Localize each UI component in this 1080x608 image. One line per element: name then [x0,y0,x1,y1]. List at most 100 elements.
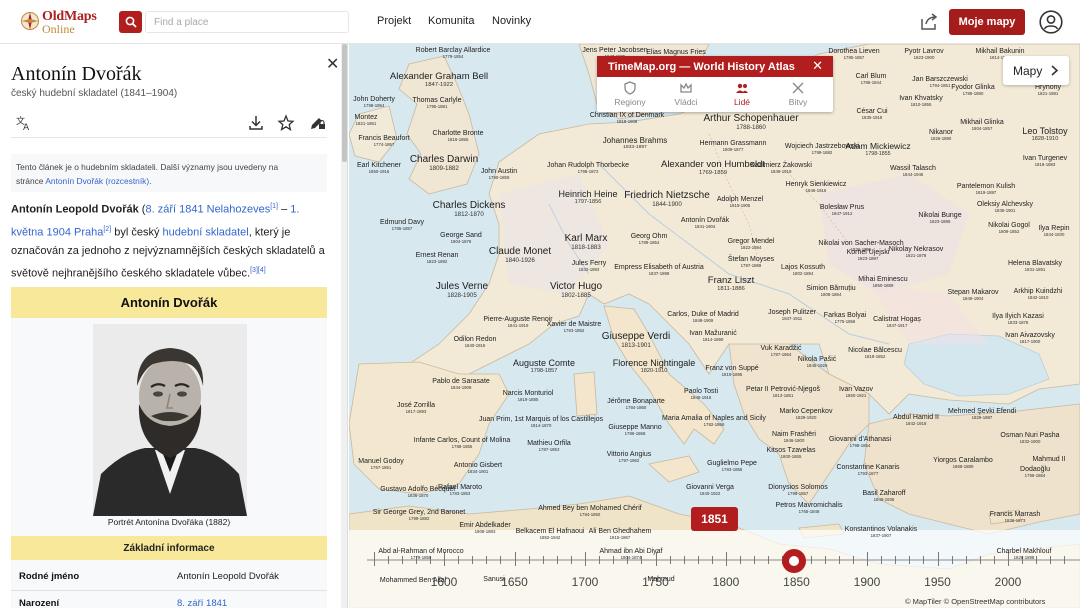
map-person-label[interactable]: Ahmed Bey ben Mohamed Chérif 1784-1850 [538,505,642,517]
map-person-label[interactable]: Jules Ferry 1832-1893 [572,260,607,272]
map-person-label[interactable]: Nikolai Gogol 1809-1852 [988,222,1030,234]
map-person-label[interactable]: Gregor Mendel 1822-1884 [728,238,775,250]
map-person-label[interactable]: Charbel Makhlouf 1828-1898 [997,548,1052,560]
map-person-label[interactable]: Francis Marrash 1836-1873 [990,511,1041,523]
map-person-label[interactable]: Paolo Tosti 1846-1916 [684,388,718,400]
map-person-label[interactable]: Hermann Grassmann 1809-1877 [700,140,767,152]
map-person-label[interactable]: Marko Cepenkov 1829-1920 [780,408,833,420]
map-person-label[interactable]: Pablo de Sarasate 1844-1908 [432,378,490,390]
map-person-label[interactable]: Edmund Davy 1785-1857 [380,219,424,231]
timeline-year-label[interactable]: 1850 [783,575,810,589]
timeline-year-label[interactable]: 1650 [501,575,528,589]
map-person-label[interactable]: Bolesław Prus 1847-1912 [820,204,864,216]
star-icon[interactable] [277,114,295,132]
map-person-label[interactable]: John Doherty 1798-1854 [353,96,395,108]
map-person-label[interactable]: Kornel Ujejski 1823-1897 [847,249,890,261]
map-person-label[interactable]: Johan Rudolph Thorbecke 1798-1872 [547,162,629,174]
map-person-label[interactable]: Abdul Hamid II 1842-1918 [893,414,939,426]
map-person-label[interactable]: Ali Ben Ghedhahem 1815-1867 [589,528,652,540]
user-account-button[interactable] [1039,10,1063,34]
search-button[interactable] [119,11,142,33]
map-person-label[interactable]: Nikola Pašić 1845-1926 [798,356,837,368]
map-person-label[interactable]: Petar II Petrović-Njegoš 1813-1851 [746,386,820,398]
map-person-label[interactable]: Xavier de Maistre 1763-1852 [547,321,601,333]
map-person-label[interactable]: Maria Amalia of Naples and Sicily 1782-18… [662,415,766,427]
birth-link[interactable]: 8. září 1841 Nelahozeves [145,204,270,216]
portrait-image[interactable] [93,324,247,516]
map-person-label[interactable]: Antonio Gisbert 1834-1901 [454,462,502,474]
map-person-label[interactable]: Nikanor 1826-1890 [929,129,953,141]
tab-regiony[interactable]: Regiony [602,81,658,111]
map-person-label[interactable]: Heinrich Heine 1797-1856 [558,190,617,206]
map-person-label[interactable]: Adolph Menzel 1815-1905 [717,196,763,208]
timeline-year-label[interactable]: 1700 [572,575,599,589]
map-person-label[interactable]: Charles Darwin 1809-1882 [410,155,478,172]
timemap-close-button[interactable]: ✕ [812,59,823,74]
map-person-label[interactable]: Dodaoğlu 1796-1864 [1020,466,1050,478]
map-person-label[interactable]: Robert Barclay Allardice 1779-1854 [416,47,491,59]
map-person-label[interactable]: Abd al-Rahman of Morocco 1778-1859 [378,548,463,560]
map-person-label[interactable]: Konstantinos Volanakis 1837-1907 [845,526,917,538]
map-person-label[interactable]: Adam Mickiewicz 1798-1855 [845,142,910,157]
tab-bitvy[interactable]: Bitvy [770,81,826,111]
map-person-label[interactable]: Dorothea Lieven 1785-1857 [828,48,879,60]
map-person-label[interactable]: Pierre-Auguste Renoir 1841-1919 [483,316,552,328]
map-person-label[interactable]: Lajos Kossuth 1802-1894 [781,264,825,276]
map-person-label[interactable]: Georg Ohm 1789-1854 [631,233,668,245]
map-person-label[interactable]: Francis Beaufort 1774-1857 [358,135,409,147]
map-person-label[interactable]: Infante Carlos, Count of Molina 1788-1855 [414,437,511,449]
map-person-label[interactable]: Petros Mavromichalis 1765-1848 [776,502,843,514]
map-person-label[interactable]: Hryhoriy 1821-1881 [1035,84,1061,96]
ref-3-4[interactable]: [3][4] [250,267,266,274]
map-person-label[interactable]: Helena Blavatsky 1831-1891 [1008,260,1062,272]
map-person-label[interactable]: Constantine Kanaris 1793-1877 [836,464,899,476]
map-person-label[interactable]: Charles Dickens 1812-1870 [433,201,506,218]
infobox-value-birth[interactable]: 8. září 1841 [177,598,227,608]
map-person-label[interactable]: Giovanni d'Athanasi 1798-1854 [829,436,891,448]
map-person-label[interactable]: Pantelemon Kulish 1819-1897 [957,183,1015,195]
timeline-slider-handle[interactable] [782,549,806,573]
map-attribution[interactable]: © MapTiler © OpenStreetMap contributors [905,597,1045,606]
map-person-label[interactable]: Vittorio Angius 1797-1862 [607,451,652,463]
map-person-label[interactable]: Juan Prim, 1st Marquis of los Castillejo… [479,416,603,428]
map-person-label[interactable]: Friedrich Nietzsche 1844-1900 [624,191,710,208]
map-person-label[interactable]: Victor Hugo 1802-1885 [550,282,602,299]
map-person-label[interactable]: Osman Nuri Pasha 1832-1900 [1000,432,1059,444]
map-person-label[interactable]: Fyodor Glinka 1786-1880 [951,84,995,96]
my-maps-button[interactable]: Moje mapy [949,9,1025,35]
map-person-label[interactable]: Leo Tolstoy 1828-1910 [1022,127,1067,143]
map-person-label[interactable]: Carlos, Duke of Madrid 1848-1909 [667,311,739,323]
map-person-label[interactable]: Thomas Carlyle 1795-1881 [412,97,461,109]
panel-scrollbar-thumb[interactable] [342,44,347,162]
timeline-year-label[interactable]: 1950 [924,575,951,589]
map-person-label[interactable]: Mahmud II [1032,456,1065,463]
map-person-label[interactable]: Nikolay Nekrasov 1821-1878 [889,246,943,258]
map-person-label[interactable]: Giuseppe Verdi 1813-1901 [602,332,670,349]
map-person-label[interactable]: Arkhip Kuindzhi 1842-1910 [1014,288,1063,300]
timeline-year-label[interactable]: 1900 [854,575,881,589]
disambiguation-link[interactable]: Antonín Dvořák (rozcestník) [45,176,149,186]
download-icon[interactable] [247,114,265,132]
map-person-label[interactable]: Ivan Khvatsky 1810-1855 [899,95,943,107]
map-person-label[interactable]: Guglielmo Pepe 1783-1855 [707,460,757,472]
timeline-year-label[interactable]: 1750 [642,575,669,589]
map-person-label[interactable]: Earl Kitchener 1850-1916 [357,162,401,174]
map-person-label[interactable]: Ernest Renan 1823-1892 [416,252,459,264]
ref-1[interactable]: [1] [270,203,278,210]
map-person-label[interactable]: Pyotr Lavrov 1823-1900 [904,48,943,60]
map-person-label[interactable]: Simion Bărnuțiu 1808-1864 [806,285,855,297]
map-person-label[interactable]: Giuseppe Manno 1786-1868 [608,424,661,436]
map-person-label[interactable]: Carl Blum 1786-1844 [856,73,887,85]
map-person-label[interactable]: Ivan Vazov 1850-1921 [839,386,873,398]
map-person-label[interactable]: Narcis Monturiol 1819-1885 [503,390,554,402]
map-person-label[interactable]: Ilya Repin 1844-1930 [1038,225,1069,237]
map-person-label[interactable]: Joseph Pulitzer 1847-1911 [768,309,816,321]
map-person-label[interactable]: Jules Verne 1828-1905 [436,282,488,299]
map-person-label[interactable]: Kazimierz Żakowski 1849-1919 [750,162,812,174]
map-person-label[interactable]: Naim Frashëri 1846-1900 [772,431,816,443]
map-person-label[interactable]: Kitsos Tzavelas 1800-1855 [767,447,816,459]
nav-komunita[interactable]: Komunita [428,15,474,27]
map-person-label[interactable]: Ahmad ibn Abi Diyaf 1804-1874 [599,548,662,560]
map-person-label[interactable]: Arthur Schopenhauer 1788-1860 [703,114,798,131]
nav-projekt[interactable]: Projekt [377,15,411,27]
